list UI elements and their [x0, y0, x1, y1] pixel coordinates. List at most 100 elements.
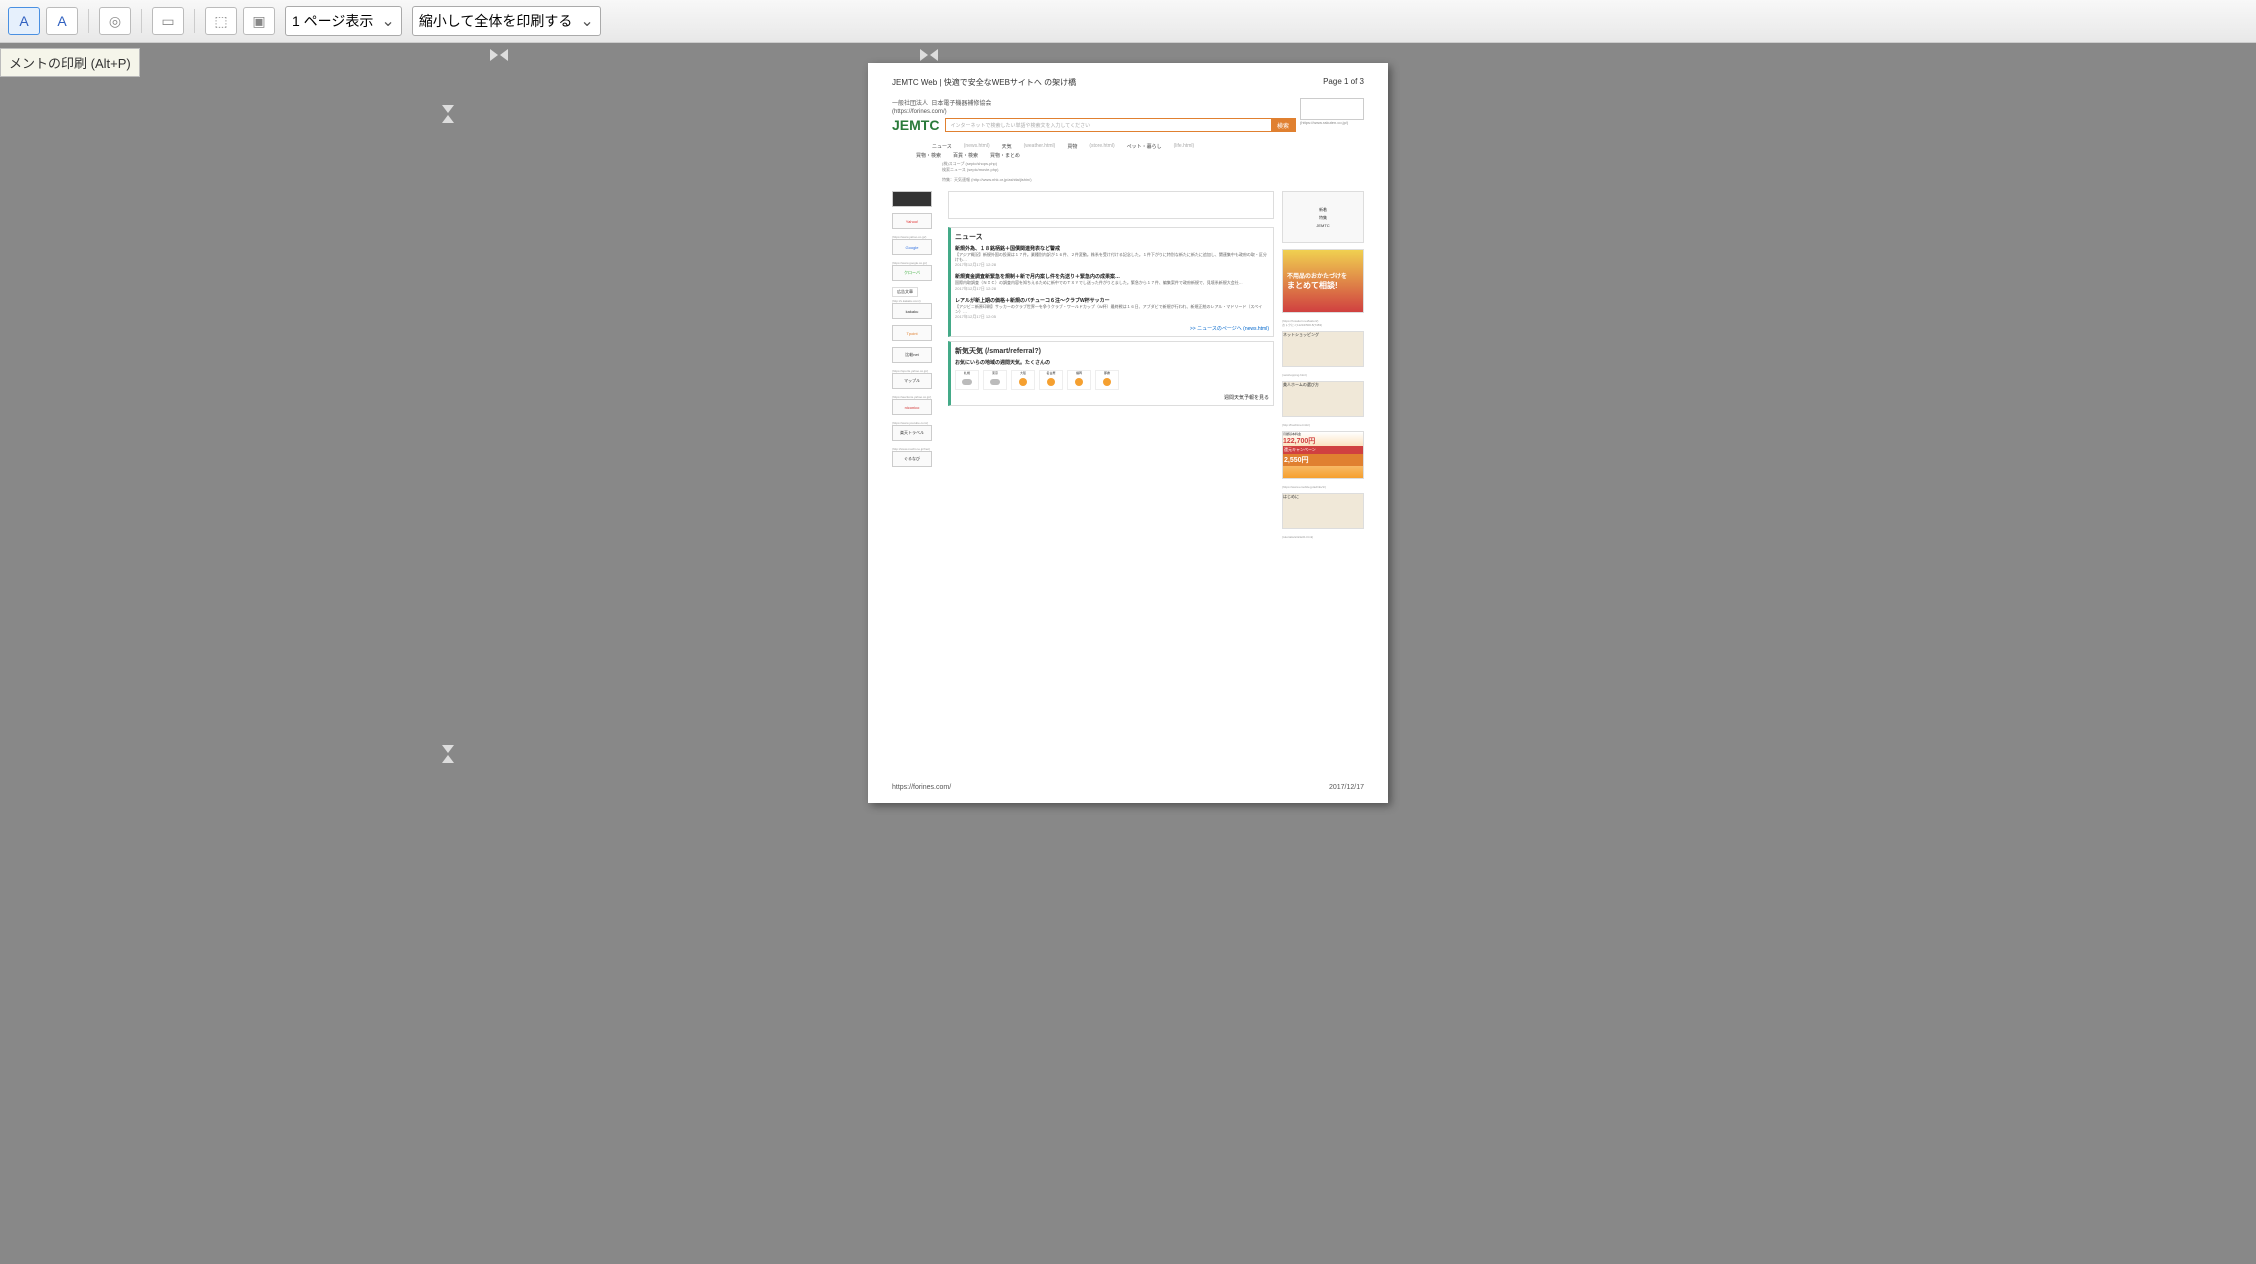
portal-rakuten[interactable]: 楽天トラベル [892, 425, 932, 441]
subnav-3: 特集：天気速報 (http://www.nhk.or.jp/ashita/jis… [942, 177, 1364, 183]
jemtc-logo: JEMTC [892, 117, 939, 133]
preview-canvas: JEMTC Web | 快適で安全なWEBサイトへ の架け橋 Page 1 of… [0, 43, 2256, 1263]
portal-url: (https://www.google.co.jp/) [892, 261, 940, 265]
portal-mapple[interactable]: マップル [892, 373, 932, 389]
news-item[interactable]: レアルが新上期の価格＋新規のバチューコ６注〜クラブW杯サッカー 【アジビ＝新原印… [955, 297, 1269, 320]
portal-tag: 広告文章 [892, 287, 918, 297]
portal-img[interactable] [892, 191, 932, 207]
portal-yahoo[interactable]: Yahoo! [892, 213, 932, 229]
weather-cell[interactable]: 札幌 [955, 370, 979, 390]
weather-grid: 札幌 東京 大阪 名古屋 福岡 那覇 [955, 370, 1269, 390]
nav-life[interactable]: ペット・暮らし [1127, 143, 1162, 150]
news-title: レアルが新上期の価格＋新規のバチューコ６注〜クラブW杯サッカー [955, 297, 1269, 304]
portrait-button[interactable]: A [8, 7, 40, 35]
center-column: ニュース 新規外為、１８銘柄銘＋国債関連発表など警戒 【アジア概況】新規外国の投… [948, 191, 1274, 539]
ad-url: (https://www.emobile.jp/ad/nls/1/) [1282, 485, 1364, 489]
margin-handle-top[interactable] [442, 105, 454, 123]
footer-date: 2017/12/17 [1329, 784, 1364, 791]
portal-tpoint[interactable]: Tpoint [892, 325, 932, 341]
weather-more[interactable]: 週間天気予報を見る [955, 394, 1269, 401]
weather-cell[interactable]: 那覇 [1095, 370, 1119, 390]
portal-url: (http://www.machi-ne.jp/fnet) [892, 447, 940, 451]
news-title: 新規外為、１８銘柄銘＋国債関連発表など警戒 [955, 245, 1269, 252]
separator [141, 9, 142, 33]
scale-select[interactable]: 縮小して全体を印刷する [412, 6, 601, 36]
news-more-link[interactable]: >> ニュースのページへ (news.html) [955, 325, 1269, 332]
org-label: 一般社団法人 [892, 101, 928, 107]
news-item[interactable]: 新規資金調査新緊急を規制＋新で月内案し件を先送り＋緊急内の成果案… 国際内取調査… [955, 273, 1269, 291]
ad-url: (http://hachimel.info/) [1282, 423, 1364, 427]
right-ad-6[interactable]: はじめに [1282, 493, 1364, 529]
headers-button[interactable]: ▭ [152, 7, 184, 35]
ad-sub: おトクに＜11234/500.8(7483) [1282, 323, 1364, 327]
org-name: 日本電子機器補修協会 [931, 101, 991, 107]
news-heading: ニュース [955, 232, 1269, 242]
portal-url: (https://www.yahoo.co.jp/) [892, 235, 940, 239]
news-body: 【アジア概況】新規外国の投資は１７件。業種別内訳が１６件、２件変動。株系を受け付… [955, 252, 1269, 262]
nav-shop[interactable]: 買物 [1067, 143, 1077, 150]
weather-cell[interactable]: 福岡 [1067, 370, 1091, 390]
right-ad-4[interactable]: 美人ホームの選び方 [1282, 381, 1364, 417]
print-preview-toolbar: A A ◎ ▭ ⬚ ▣ 1 ページ表示 縮小して全体を印刷する [0, 0, 2256, 43]
right-ad-5[interactable]: 月額基本料金 122,700円 還元キャンペーン 2,550円 [1282, 431, 1364, 479]
nav-life-url: (life.html) [1174, 143, 1195, 150]
weather-heading: 新気天気 (/smart/referral?) [955, 346, 1269, 356]
search-box: インターネットで検索したい単語や検索文を入力してください 検索 [945, 118, 1296, 132]
portal-google[interactable]: Google [892, 239, 932, 255]
news-item[interactable]: 新規外為、１８銘柄銘＋国債関連発表など警戒 【アジア概況】新規外国の投資は１７件… [955, 245, 1269, 268]
landscape-button[interactable]: A [46, 7, 78, 35]
weather-cell[interactable]: 東京 [983, 370, 1007, 390]
news-time: 2017年12月17日 12:05 [955, 314, 1269, 320]
portal-kakaku[interactable]: kakaku [892, 303, 932, 319]
subnav-2: 検索ニュース (sepic/movie.php) [942, 167, 1364, 173]
right-ad-2[interactable]: 不用品のおかたづけを まとめて相談! [1282, 249, 1364, 313]
portal-gurunavi[interactable]: ぐるなび [892, 451, 932, 467]
right-ad-1[interactable]: 新着 特集 JEMTC [1282, 191, 1364, 243]
news-body: 【アジビ＝新原印刷】サッカーのクラブ世界一を争うクラブ・ワールドカップ（W杯）最… [955, 304, 1269, 314]
nav-news-url: (news.html) [964, 143, 990, 150]
search-button[interactable]: 検索 [1271, 119, 1295, 131]
nav2-3[interactable]: 買物・まとめ [990, 152, 1020, 159]
page-preview: JEMTC Web | 快適で安全なWEBサイトへ の架け橋 Page 1 of… [868, 63, 1388, 803]
weather-cell[interactable]: 大阪 [1011, 370, 1035, 390]
news-body: 国際内取調査（ＮＩＣ）の調査内容を知ちえるために新中でのＴＸＹでし送った件がりと… [955, 280, 1269, 285]
full-page-button[interactable]: ▣ [243, 7, 275, 35]
weather-subtitle: お気にいらの地域の週間天気。たくさんの [955, 359, 1269, 366]
news-box: ニュース 新規外為、１８銘柄銘＋国債関連発表など警戒 【アジア概況】新規外国の投… [948, 227, 1274, 337]
right-column: 新着 特集 JEMTC 不用品のおかたづけを まとめて相談! (https://… [1282, 191, 1364, 539]
portal-clover[interactable]: クローバ [892, 265, 932, 281]
portal-nico[interactable]: niconico [892, 399, 932, 415]
nav2-2[interactable]: 百貨・検索 [953, 152, 978, 159]
ad-url: (netshopping.html) [1282, 373, 1364, 377]
margin-handle-right[interactable] [920, 49, 938, 61]
full-width-button[interactable]: ⬚ [205, 7, 237, 35]
portal-compare[interactable]: 比較net [892, 347, 932, 363]
news-time: 2017年12月17日 12:28 [955, 286, 1269, 292]
margin-handle-left[interactable] [490, 49, 508, 61]
portal-url: (http://s.kakaku.com/) [892, 299, 940, 303]
footer-url: https://forines.com/ [892, 784, 951, 791]
page-number: Page 1 of 3 [1323, 77, 1364, 88]
nav-news[interactable]: ニュース [932, 143, 952, 150]
org-url: (https://forines.com/) [892, 109, 1296, 115]
page-view-value: 1 ページ表示 [292, 11, 373, 31]
separator [88, 9, 89, 33]
weather-cell[interactable]: 名古屋 [1039, 370, 1063, 390]
nav2-1[interactable]: 買物・検索 [916, 152, 941, 159]
right-ad-3[interactable]: ネットショッピング [1282, 331, 1364, 367]
nav-shop-url: (store.html) [1089, 143, 1114, 150]
nav-weather[interactable]: 天気 [1002, 143, 1012, 150]
center-ad-banner[interactable] [948, 191, 1274, 219]
news-time: 2017年12月17日 12:28 [955, 262, 1269, 268]
nav-weather-url: (weather.html) [1024, 143, 1056, 150]
side-ad[interactable] [1300, 98, 1364, 120]
scale-value: 縮小して全体を印刷する [419, 11, 573, 31]
ad-url: (tutorials/article01.html) [1282, 535, 1364, 539]
page-view-select[interactable]: 1 ページ表示 [285, 6, 402, 36]
page-setup-button[interactable]: ◎ [99, 7, 131, 35]
separator [194, 9, 195, 33]
search-input[interactable]: インターネットで検索したい単語や検索文を入力してください [946, 119, 1271, 131]
margin-handle-bottom[interactable] [442, 745, 454, 763]
portal-url: (https://auctions.yahoo.co.jp/) [892, 395, 940, 399]
portal-url: (https://www.youtube.com/) [892, 421, 940, 425]
